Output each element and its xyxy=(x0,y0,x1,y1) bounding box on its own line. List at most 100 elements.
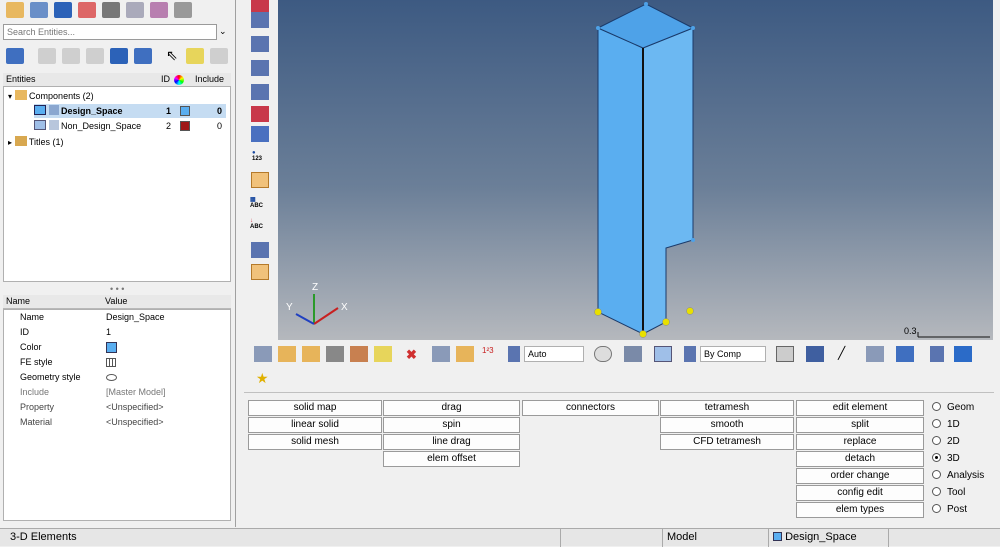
replace-button[interactable]: replace xyxy=(796,434,924,450)
measure-icon[interactable] xyxy=(251,172,269,188)
tree-item-non-design-space[interactable]: Non_Design_Space 2 0 xyxy=(34,119,226,133)
radio-icon[interactable] xyxy=(932,487,941,496)
page-radio-geom[interactable]: Geom xyxy=(932,400,974,416)
assembly-view-icon[interactable] xyxy=(150,2,168,18)
elem-types-button[interactable]: elem types xyxy=(796,502,924,518)
component-color-swatch[interactable] xyxy=(180,106,190,116)
line-style-icon[interactable]: ╱ xyxy=(838,346,845,360)
plane-icon[interactable] xyxy=(251,264,269,280)
tree-item-components[interactable]: ▾ Components (2) xyxy=(8,89,228,103)
connector-view-icon[interactable] xyxy=(30,2,48,18)
fe-style-icon[interactable] xyxy=(106,358,116,367)
numbering-icon[interactable]: ● 123 xyxy=(252,150,262,162)
mask-icon[interactable] xyxy=(251,12,269,28)
save-icon[interactable] xyxy=(326,346,344,362)
splitter-handle[interactable]: • • • xyxy=(110,284,124,294)
material-view-icon[interactable] xyxy=(102,2,120,18)
entities-column-header[interactable]: Entities xyxy=(6,73,36,86)
page-radio-tool[interactable]: Tool xyxy=(932,485,965,501)
isolate-icon[interactable] xyxy=(86,48,104,64)
property-value[interactable]: <Unspecified> xyxy=(106,400,164,415)
linear-solid-button[interactable]: linear solid xyxy=(248,417,382,433)
radio-icon[interactable] xyxy=(932,504,941,513)
show-icon[interactable] xyxy=(38,48,56,64)
config-edit-button[interactable]: config edit xyxy=(796,485,924,501)
delete-icon[interactable]: ✖ xyxy=(406,347,417,363)
radio-icon[interactable] xyxy=(932,419,941,428)
component-color-swatch[interactable] xyxy=(180,121,190,131)
property-value[interactable]: 1 xyxy=(106,325,111,340)
geometry-style-icon[interactable] xyxy=(106,374,117,381)
binoculars-icon[interactable] xyxy=(251,126,269,142)
color-icon[interactable] xyxy=(110,48,128,64)
radio-selected-icon[interactable] xyxy=(932,453,941,462)
monitor-icon[interactable] xyxy=(954,346,972,362)
grid-icon[interactable] xyxy=(930,346,944,362)
expand-icon[interactable]: ▸ xyxy=(8,138,12,147)
color-by-icon[interactable] xyxy=(684,346,696,362)
color-swatch[interactable] xyxy=(106,342,117,353)
search-options-icon[interactable]: ⌄ xyxy=(219,26,227,37)
cfd-tetramesh-button[interactable]: CFD tetramesh xyxy=(660,434,794,450)
display-all-icon[interactable] xyxy=(6,48,24,64)
wireframe-icon[interactable] xyxy=(776,346,794,362)
connectors-button[interactable]: connectors xyxy=(522,400,659,416)
property-view-icon[interactable] xyxy=(54,2,72,18)
page-radio-2d[interactable]: 2D xyxy=(932,434,960,450)
reorder-icon[interactable] xyxy=(456,346,474,362)
include-view-icon[interactable] xyxy=(126,2,144,18)
open-model-icon[interactable] xyxy=(254,346,272,362)
graphics-viewport[interactable]: Z X Y 0.3 xyxy=(278,0,993,340)
page-radio-1d[interactable]: 1D xyxy=(932,417,960,433)
transform-icon[interactable] xyxy=(251,242,269,258)
radio-icon[interactable] xyxy=(932,436,941,445)
radio-icon[interactable] xyxy=(932,402,941,411)
solid-map-button[interactable]: solid map xyxy=(248,400,382,416)
search-entities-input[interactable]: Search Entities... xyxy=(3,24,217,40)
edit-element-button[interactable]: edit element xyxy=(796,400,924,416)
shaded-mesh-icon[interactable] xyxy=(806,346,824,362)
order-change-button[interactable]: order change xyxy=(796,468,924,484)
drag-button[interactable]: drag xyxy=(383,400,520,416)
import-icon[interactable] xyxy=(278,346,296,362)
select-cursor-icon[interactable]: ⇖ xyxy=(166,47,178,64)
organize-icon[interactable] xyxy=(374,346,392,362)
utility-view-icon[interactable] xyxy=(174,2,192,18)
reverse-icon[interactable] xyxy=(251,60,269,76)
renumber-icon[interactable]: 1²3 xyxy=(482,346,494,355)
detach-button[interactable]: detach xyxy=(796,451,924,467)
element-style-icon[interactable] xyxy=(896,346,914,362)
spin-button[interactable]: spin xyxy=(383,417,520,433)
cube-view-icon[interactable] xyxy=(654,346,672,362)
selection-mode-dropdown[interactable]: Auto xyxy=(524,346,584,362)
property-value[interactable]: Design_Space xyxy=(106,310,165,325)
include-column-header[interactable]: Include xyxy=(195,73,224,86)
label-arrow-icon[interactable]: ↓ ABC xyxy=(250,218,263,230)
find-attached-icon[interactable] xyxy=(251,106,269,122)
radio-icon[interactable] xyxy=(932,470,941,479)
tree-item-design-space[interactable]: Design_Space 1 0 xyxy=(34,104,226,118)
geometry-style-icon[interactable] xyxy=(866,346,884,362)
tree-item-titles[interactable]: ▸ Titles (1) xyxy=(8,135,228,149)
favorites-star-icon[interactable]: ★ xyxy=(256,370,269,387)
smooth-button[interactable]: smooth xyxy=(660,417,794,433)
page-radio-analysis[interactable]: Analysis xyxy=(932,468,984,484)
page-radio-3d[interactable]: 3D xyxy=(932,451,960,467)
export-icon[interactable] xyxy=(302,346,320,362)
load-collector-icon[interactable] xyxy=(78,2,96,18)
label-icon[interactable]: ▦ ABC xyxy=(250,196,263,209)
view-icon[interactable] xyxy=(624,346,642,362)
hide-icon[interactable] xyxy=(62,48,80,64)
show-all-icon[interactable] xyxy=(251,84,269,100)
duplicate-icon[interactable] xyxy=(432,346,450,362)
run-icon[interactable] xyxy=(350,346,368,362)
collapse-icon[interactable]: ▾ xyxy=(8,92,12,101)
page-radio-post[interactable]: Post xyxy=(932,502,967,518)
create-icon[interactable] xyxy=(186,48,204,64)
unmask-icon[interactable] xyxy=(251,36,269,52)
color-mode-dropdown[interactable]: By Comp xyxy=(700,346,766,362)
split-button[interactable]: split xyxy=(796,417,924,433)
property-value[interactable]: <Unspecified> xyxy=(106,415,164,430)
id-column-header[interactable]: ID xyxy=(161,73,170,86)
solid-mesh-button[interactable]: solid mesh xyxy=(248,434,382,450)
